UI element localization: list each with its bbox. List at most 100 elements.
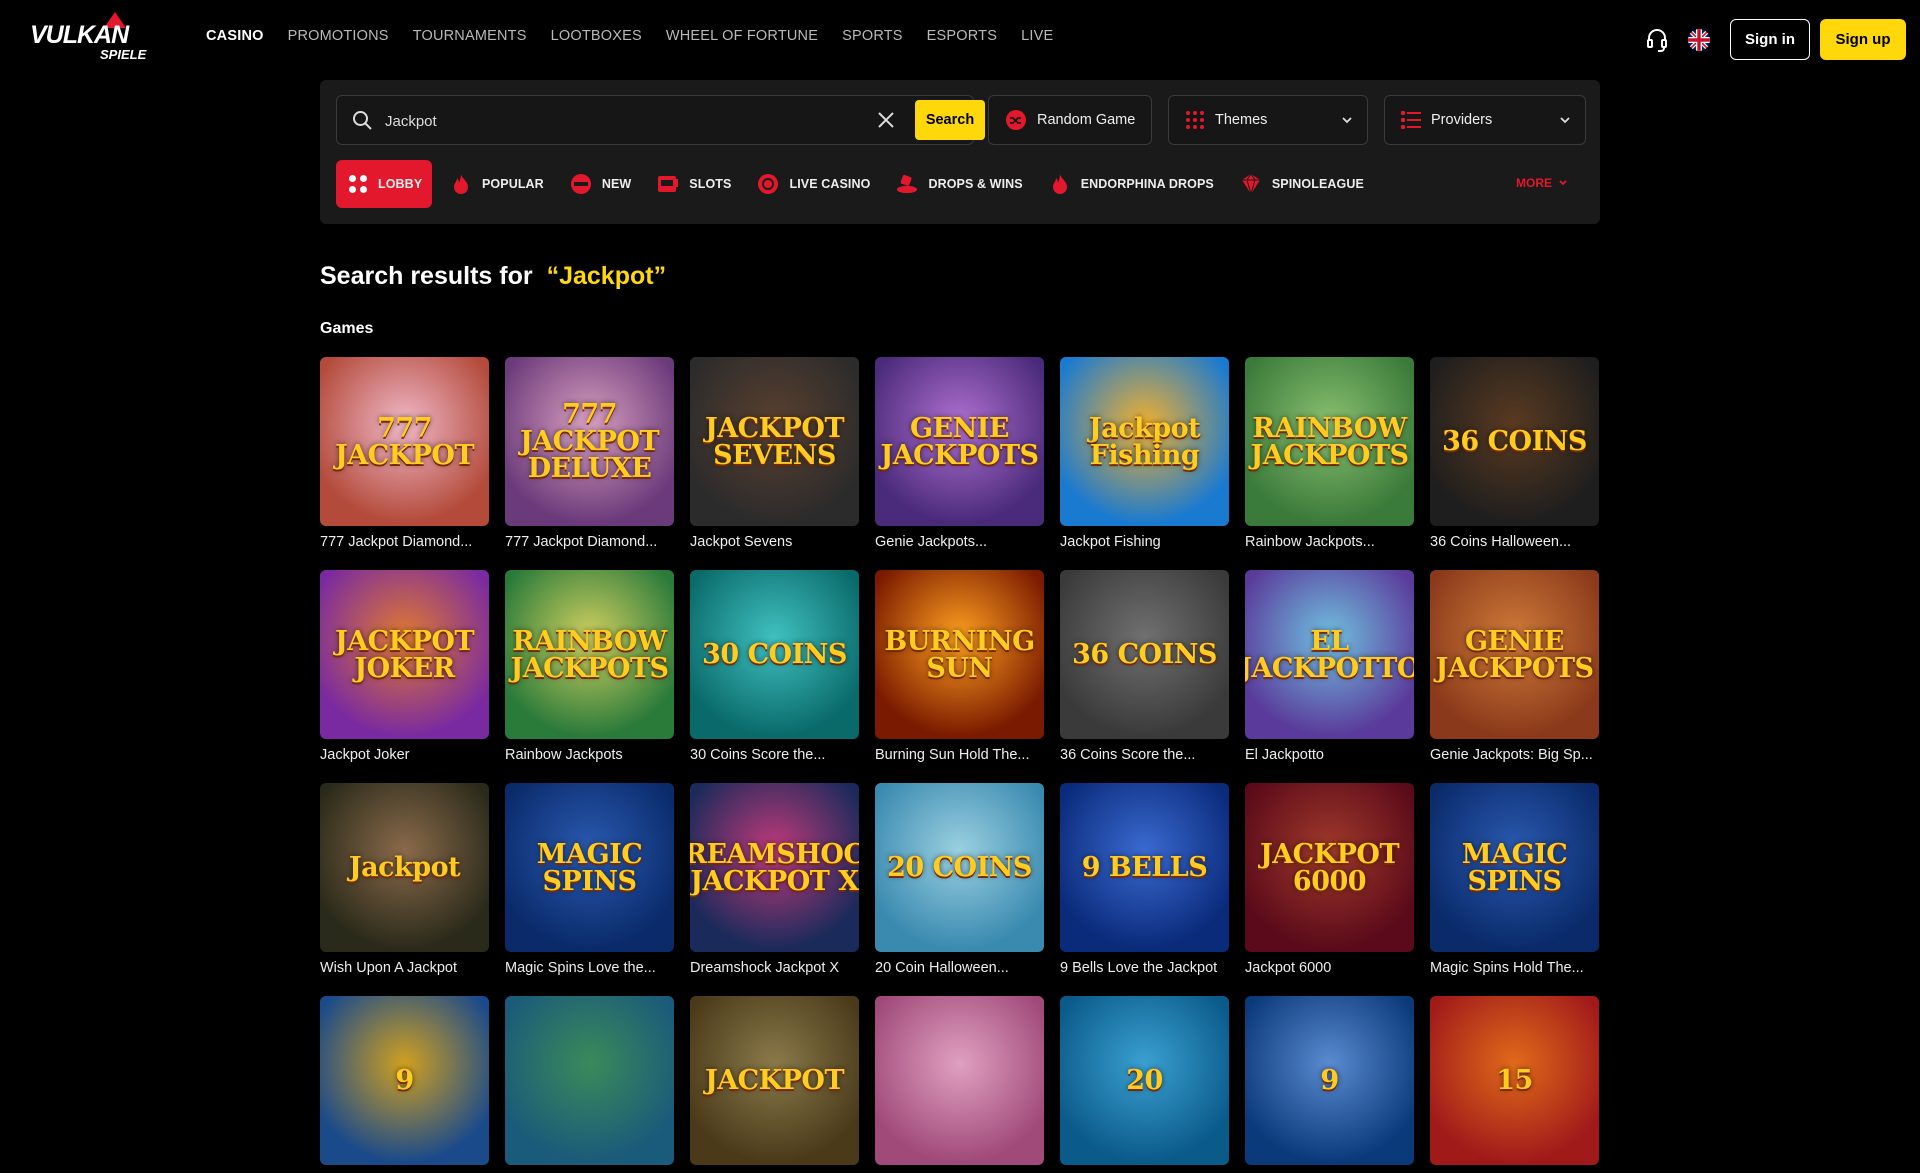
game-thumbnail[interactable]: MAGIC SPINS — [1430, 783, 1599, 952]
game-thumbnail[interactable]: 9 BELLS — [1060, 783, 1229, 952]
game-name[interactable]: Jackpot 6000 — [1245, 960, 1414, 976]
category-tab-new[interactable]: NEW — [570, 160, 631, 208]
game-name[interactable]: 36 Coins Halloween... — [1430, 534, 1599, 550]
search-input[interactable] — [385, 109, 845, 133]
game-tile[interactable]: 777 JACKPOT DELUXE 777 Jackpot Diamond... — [505, 357, 674, 550]
game-tile[interactable]: 30 COINS 30 Coins Score the... — [690, 570, 859, 763]
game-tile[interactable]: 9 — [1245, 996, 1414, 1173]
game-thumbnail[interactable]: 15 — [1430, 996, 1599, 1165]
game-thumbnail[interactable]: JACKPOT JOKER — [320, 570, 489, 739]
nav-lootboxes[interactable]: LOOTBOXES — [551, 28, 642, 44]
language-uk-flag-icon[interactable] — [1688, 28, 1710, 51]
game-name[interactable]: Dreamshock Jackpot X — [690, 960, 859, 976]
game-thumbnail[interactable]: RAINBOW JACKPOTS — [505, 570, 674, 739]
game-thumbnail[interactable]: 20 COINS — [875, 783, 1044, 952]
game-thumbnail[interactable]: 30 COINS — [690, 570, 859, 739]
game-tile[interactable]: 36 COINS 36 Coins Halloween... — [1430, 357, 1599, 550]
game-tile[interactable]: JACKPOT SEVENS Jackpot Sevens — [690, 357, 859, 550]
game-tile[interactable]: 9 BELLS 9 Bells Love the Jackpot — [1060, 783, 1229, 976]
themes-dropdown[interactable]: Themes — [1168, 95, 1368, 145]
nav-wheel-of-fortune[interactable]: WHEEL OF FORTUNE — [666, 28, 818, 44]
game-thumbnail[interactable]: 777 JACKPOT — [320, 357, 489, 526]
game-tile[interactable]: MAGIC SPINS Magic Spins Love the... — [505, 783, 674, 976]
game-thumbnail[interactable]: 36 COINS — [1430, 357, 1599, 526]
game-thumbnail[interactable]: JACKPOT SEVENS — [690, 357, 859, 526]
game-name[interactable]: Jackpot Fishing — [1060, 534, 1229, 550]
random-game-button[interactable]: Random Game — [988, 95, 1152, 145]
support-headset-icon[interactable] — [1644, 27, 1670, 53]
game-name[interactable]: 20 Coin Halloween... — [875, 960, 1044, 976]
game-tile[interactable]: JACKPOT JOKER Jackpot Joker — [320, 570, 489, 763]
game-name[interactable]: 777 Jackpot Diamond... — [505, 534, 674, 550]
game-thumbnail[interactable]: DREAMSHOCK JACKPOT X — [690, 783, 859, 952]
game-thumbnail[interactable]: 777 JACKPOT DELUXE — [505, 357, 674, 526]
game-tile[interactable]: GENIE JACKPOTS Genie Jackpots... — [875, 357, 1044, 550]
game-thumbnail[interactable] — [875, 996, 1044, 1165]
game-tile[interactable]: Jackpot Wish Upon A Jackpot — [320, 783, 489, 976]
category-tab-endorphina-drops[interactable]: ENDORPHINA DROPS — [1049, 160, 1214, 208]
game-name[interactable]: Magic Spins Love the... — [505, 960, 674, 976]
game-tile[interactable]: RAINBOW JACKPOTS Rainbow Jackpots — [505, 570, 674, 763]
game-thumbnail[interactable]: Jackpot Fishing — [1060, 357, 1229, 526]
game-tile[interactable]: EL JACKPOTTO El Jackpotto — [1245, 570, 1414, 763]
game-thumbnail[interactable]: 20 — [1060, 996, 1229, 1165]
category-tab-popular[interactable]: POPULAR — [450, 160, 544, 208]
game-thumbnail[interactable]: MAGIC SPINS — [505, 783, 674, 952]
game-thumbnail[interactable]: RAINBOW JACKPOTS — [1245, 357, 1414, 526]
game-thumbnail[interactable]: JACKPOT — [690, 996, 859, 1165]
game-tile[interactable]: JACKPOT — [690, 996, 859, 1173]
game-tile[interactable]: MAGIC SPINS Magic Spins Hold The... — [1430, 783, 1599, 976]
game-tile[interactable] — [875, 996, 1044, 1173]
game-name[interactable]: Jackpot Joker — [320, 747, 489, 763]
game-name[interactable]: 30 Coins Score the... — [690, 747, 859, 763]
vulkan-spiele-logo[interactable]: VULKAN SPIELE — [30, 12, 165, 62]
clear-search-icon[interactable] — [875, 109, 897, 136]
game-thumbnail[interactable]: 9 — [1245, 996, 1414, 1165]
category-tab-lobby[interactable]: LOBBY — [336, 160, 432, 208]
game-tile[interactable]: 20 COINS 20 Coin Halloween... — [875, 783, 1044, 976]
game-tile[interactable]: 36 COINS 36 Coins Score the... — [1060, 570, 1229, 763]
category-tab-spinoleague[interactable]: SPINOLEAGUE — [1240, 160, 1364, 208]
game-name[interactable]: Burning Sun Hold The... — [875, 747, 1044, 763]
game-name[interactable]: Genie Jackpots... — [875, 534, 1044, 550]
sign-up-button[interactable]: Sign up — [1820, 19, 1906, 60]
game-name[interactable]: 36 Coins Score the... — [1060, 747, 1229, 763]
game-thumbnail[interactable]: 9 — [320, 996, 489, 1165]
game-thumbnail[interactable]: EL JACKPOTTO — [1245, 570, 1414, 739]
game-tile[interactable]: BURNING SUN Burning Sun Hold The... — [875, 570, 1044, 763]
nav-casino[interactable]: CASINO — [206, 28, 264, 44]
game-thumbnail[interactable]: 36 COINS — [1060, 570, 1229, 739]
category-tab-slots[interactable]: SLOTS — [657, 160, 731, 208]
game-name[interactable]: 777 Jackpot Diamond... — [320, 534, 489, 550]
game-thumbnail[interactable] — [505, 996, 674, 1165]
game-thumbnail[interactable]: GENIE JACKPOTS — [1430, 570, 1599, 739]
category-tab-live-casino[interactable]: LIVE CASINO — [757, 160, 870, 208]
game-name[interactable]: Rainbow Jackpots — [505, 747, 674, 763]
game-name[interactable]: Genie Jackpots: Big Sp... — [1430, 747, 1599, 763]
game-tile[interactable]: 777 JACKPOT 777 Jackpot Diamond... — [320, 357, 489, 550]
game-tile[interactable]: 9 — [320, 996, 489, 1173]
game-tile[interactable]: GENIE JACKPOTS Genie Jackpots: Big Sp... — [1430, 570, 1599, 763]
game-name[interactable]: Magic Spins Hold The... — [1430, 960, 1599, 976]
game-thumbnail[interactable]: BURNING SUN — [875, 570, 1044, 739]
game-thumbnail[interactable]: JACKPOT 6000 — [1245, 783, 1414, 952]
providers-dropdown[interactable]: Providers — [1384, 95, 1586, 145]
game-tile[interactable]: RAINBOW JACKPOTS Rainbow Jackpots... — [1245, 357, 1414, 550]
game-name[interactable]: El Jackpotto — [1245, 747, 1414, 763]
search-button[interactable]: Search — [915, 100, 985, 140]
game-tile[interactable]: 15 — [1430, 996, 1599, 1173]
nav-promotions[interactable]: PROMOTIONS — [288, 28, 389, 44]
game-tile[interactable]: DREAMSHOCK JACKPOT X Dreamshock Jackpot X — [690, 783, 859, 976]
game-name[interactable]: Wish Upon A Jackpot — [320, 960, 489, 976]
game-tile[interactable]: JACKPOT 6000 Jackpot 6000 — [1245, 783, 1414, 976]
game-thumbnail[interactable]: Jackpot — [320, 783, 489, 952]
nav-sports[interactable]: SPORTS — [842, 28, 903, 44]
game-tile[interactable] — [505, 996, 674, 1173]
more-categories-button[interactable]: MORE — [1516, 176, 1568, 190]
game-thumbnail[interactable]: GENIE JACKPOTS — [875, 357, 1044, 526]
game-name[interactable]: Rainbow Jackpots... — [1245, 534, 1414, 550]
game-tile[interactable]: Jackpot Fishing Jackpot Fishing — [1060, 357, 1229, 550]
game-tile[interactable]: 20 — [1060, 996, 1229, 1173]
sign-in-button[interactable]: Sign in — [1730, 19, 1810, 60]
category-tab-drops-and-wins[interactable]: DROPS & WINS — [896, 160, 1023, 208]
